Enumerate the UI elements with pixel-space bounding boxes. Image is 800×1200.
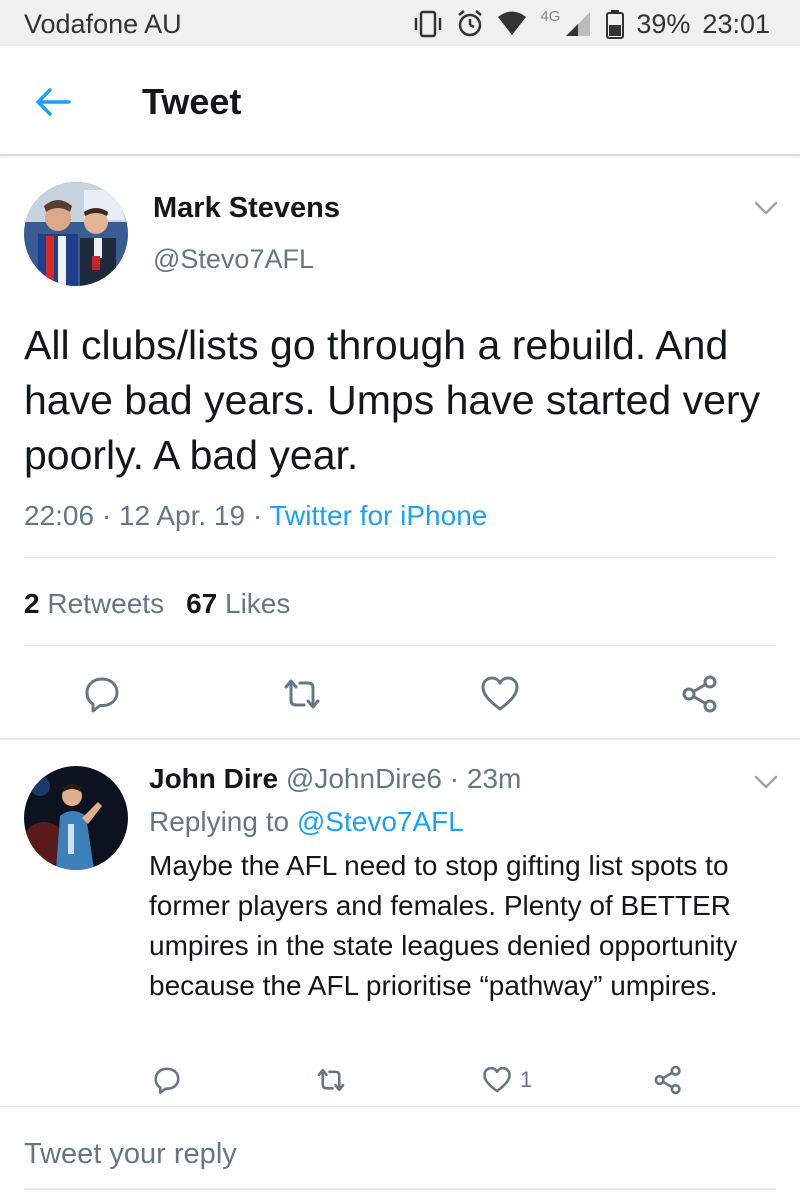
back-button[interactable] [30,82,76,122]
carrier-name: Vodafone AU [24,9,182,39]
meta-separator: · [252,500,263,531]
arrow-left-icon [36,88,71,116]
retweet-icon [284,679,320,709]
status-icons: 4G 39% 23:01 [412,6,770,42]
likes-count: 67 [186,588,218,619]
like-button[interactable] [476,672,524,716]
retweets-count: 2 [24,588,40,619]
tweet-stats: 2 Retweets 67 Likes [24,588,290,620]
likes-label: Likes [225,588,291,619]
app-header: Tweet [0,46,800,156]
share-icon [682,675,717,713]
reply-reply-button[interactable] [150,1064,184,1096]
reply-button[interactable] [78,672,126,716]
tweet-source-link[interactable]: Twitter for iPhone [269,500,487,531]
avatar[interactable] [24,182,128,286]
author-name[interactable]: Mark Stevens [153,192,340,225]
tweet-meta: 22:06 · 12 Apr. 19 · Twitter for iPhone [24,500,487,532]
reply-options-button[interactable] [752,772,780,792]
mention-link[interactable]: @Stevo7AFL [297,806,464,837]
retweet-button[interactable] [278,672,326,716]
status-bar: Vodafone AU 4G 39% 23:01 [0,0,800,46]
reply-share-button[interactable] [650,1062,686,1098]
divider [24,1188,776,1190]
network-type: 4G [540,7,561,25]
like-icon [481,676,519,711]
reply-retweet-button[interactable] [312,1064,350,1096]
share-icon [654,1065,681,1095]
divider [0,1106,800,1107]
meta-separator: · [449,763,460,794]
chevron-down-icon [754,775,778,789]
author-handle[interactable]: @Stevo7AFL [153,244,314,275]
divider [24,645,776,646]
wifi-icon [496,10,528,38]
tweet-text: All clubs/lists go through a rebuild. An… [24,322,761,478]
replying-prefix: Replying to [149,806,290,837]
clock: 23:01 [702,8,770,39]
retweet-icon [317,1068,345,1092]
signal-icon [564,10,594,38]
chevron-down-icon [754,201,778,215]
meta-separator: · [101,500,112,531]
reply-time: 23m [466,763,522,794]
divider [0,738,800,740]
divider [24,557,776,558]
reply-author-name[interactable]: John Dire [149,763,278,794]
retweets-label: Retweets [47,588,165,619]
tweet-time: 22:06 [24,500,95,531]
battery-percent: 39% [636,8,691,39]
likes-stat[interactable]: 67 Likes [186,588,290,619]
reply-input[interactable]: Tweet your reply [24,1138,237,1171]
replying-to: Replying to @Stevo7AFL [149,806,464,838]
reply-icon [154,1067,180,1095]
reply-header: John Dire @JohnDire6 · 23m [149,763,521,795]
alarm-icon [456,9,484,39]
tweet-options-button[interactable] [752,198,780,218]
reply-like-button[interactable]: 1 [482,1064,552,1096]
reply-avatar[interactable] [24,766,128,870]
vibrate-icon [412,9,444,39]
tweet-date: 12 Apr. 19 [118,500,246,531]
like-icon [483,1066,511,1093]
page-title: Tweet [142,81,242,122]
reply-like-count: 1 [520,1067,533,1092]
share-button[interactable] [676,670,724,718]
reply-text: Maybe the AFL need to stop gifting list … [149,850,738,1001]
reply-icon [85,677,119,713]
battery-icon [606,9,625,39]
reply-author-handle[interactable]: @JohnDire6 [286,763,442,794]
retweets-stat[interactable]: 2 Retweets [24,588,164,619]
